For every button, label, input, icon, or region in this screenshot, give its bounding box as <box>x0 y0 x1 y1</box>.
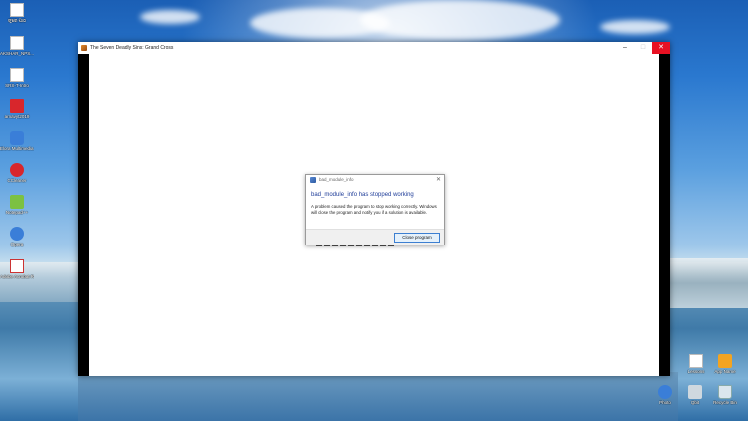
dialog-close-button[interactable]: ✕ <box>436 175 441 185</box>
desktop-icon-label: Photo <box>659 400 671 405</box>
desktop-icon-label: SRS-T-Intro <box>5 83 29 88</box>
desktop-icon[interactable]: Qbit <box>678 385 712 405</box>
shore-right <box>660 258 748 308</box>
app-error-icon <box>310 177 316 183</box>
app-icon <box>10 227 24 241</box>
document-icon <box>10 68 24 82</box>
desktop-icon-label: Elora Multimedia... <box>0 146 34 151</box>
desktop-icon[interactable]: Opera <box>0 227 34 247</box>
game-app-icon <box>81 45 87 51</box>
desktop-icon-label: Notepad++ <box>5 210 29 215</box>
desktop-icon-label: AKSHAR_NPS... <box>0 51 34 56</box>
desktop-icon[interactable]: CCleaner <box>0 163 34 183</box>
app-icon <box>10 195 24 209</box>
dialog-title: bad_module_info <box>319 177 354 182</box>
desktop-icon-label: ଙ୍ଗ୍ରେ ପାଠ <box>7 18 27 23</box>
app-icon <box>718 354 732 368</box>
desktop-icon-label: CCleaner <box>7 178 27 183</box>
document-icon <box>10 36 24 50</box>
minimize-button[interactable]: – <box>616 42 634 54</box>
document-icon <box>10 3 24 17</box>
desktop-icon-label: Adobe Acrobat Reader DC <box>0 274 34 279</box>
drive-icon <box>688 385 702 399</box>
maximize-button[interactable]: □ <box>634 42 652 54</box>
sync-icon <box>658 385 672 399</box>
app-icon <box>10 99 24 113</box>
file-icon <box>689 354 703 368</box>
cloud <box>140 10 200 24</box>
window-titlebar[interactable]: The Seven Deadly Sins: Grand Cross – □ ✕ <box>78 42 670 54</box>
cloud <box>360 0 560 40</box>
desktop-icon[interactable]: AKSHAR_NPS... <box>0 36 34 56</box>
desktop-icon[interactable]: App Name <box>708 354 742 374</box>
desktop-icon[interactable]: arnavyt2019 <box>0 99 34 119</box>
dialog-footer: Close program <box>306 229 444 245</box>
window-title: The Seven Deadly Sins: Grand Cross <box>90 45 174 51</box>
dialog-titlebar[interactable]: bad_module_info ✕ <box>306 175 444 185</box>
dialog-heading: bad_module_info has stopped working <box>311 192 414 198</box>
app-icon <box>10 131 24 145</box>
desktop-icon-label: Opera <box>10 242 24 247</box>
desktop-icon[interactable]: Recycle Bin <box>708 385 742 405</box>
close-program-button[interactable]: Close program <box>394 233 440 243</box>
desktop-icon-label: arnavyt2019 <box>4 114 30 119</box>
dialog-message: A problem caused the program to stop wor… <box>311 204 437 215</box>
desktop-icon[interactable]: Photo <box>648 385 682 405</box>
pdf-icon <box>10 259 24 273</box>
cloud <box>600 20 670 34</box>
desktop-icon[interactable]: Notepad++ <box>0 195 34 215</box>
close-button[interactable]: ✕ <box>652 42 670 54</box>
water-reflection <box>78 372 678 421</box>
app-icon <box>10 163 24 177</box>
desktop-icon-label: Recycle Bin <box>713 400 737 405</box>
desktop-icon-label: Qbit <box>690 400 700 405</box>
error-dialog: bad_module_info ✕ bad_module_info has st… <box>305 174 445 245</box>
desktop-icon-label: App Name <box>714 369 736 374</box>
desktop-icon[interactable]: Elora Multimedia... <box>0 131 34 151</box>
desktop-icon[interactable]: Adobe Acrobat Reader DC <box>0 259 34 279</box>
recycle-bin-icon <box>718 385 732 399</box>
desktop-icon[interactable]: SRS-T-Intro <box>0 68 34 88</box>
desktop-icon[interactable]: ଙ୍ଗ୍ରେ ପାଠ <box>0 3 34 23</box>
